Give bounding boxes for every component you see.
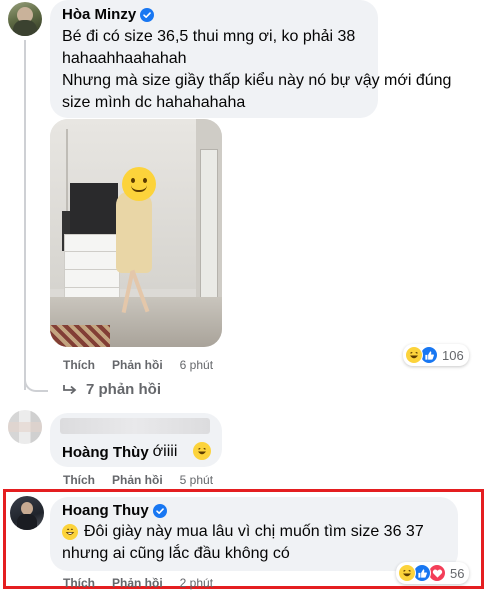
avatar-hoa-minzy[interactable]: [8, 2, 42, 36]
reply-button[interactable]: Phản hồi: [112, 358, 163, 372]
comment-line: nhưng ai cũng lắc đầu không có: [62, 545, 290, 562]
comment-actions: Thích Phản hồi 5 phút: [63, 473, 213, 487]
comment-text: Bé đi có size 36,5 thui mng ơi, ko phải …: [62, 26, 452, 114]
like-button[interactable]: Thích: [63, 473, 95, 487]
like-button[interactable]: Thích: [63, 576, 95, 590]
timestamp[interactable]: 6 phút: [180, 358, 213, 372]
comment-line: hahaahhaahahah: [62, 50, 187, 67]
comment-text: Đôi giày này mua lâu vì chị muốn tìm siz…: [62, 521, 456, 565]
comment-actions: Thích Phản hồi 2 phút: [63, 576, 213, 590]
comment-bubble: Hoang Thuy Đôi giày này mua lâu vì chị m…: [50, 497, 458, 571]
view-replies-link[interactable]: 7 phản hồi: [62, 381, 161, 398]
mentioned-name[interactable]: Hoàng Thùy: [62, 444, 149, 461]
author-name[interactable]: Hòa Minzy: [62, 6, 136, 23]
thread-line-curve: [24, 376, 48, 392]
avatar-hoang-thuy-verified[interactable]: [10, 496, 44, 530]
comment-line: Bé đi có size 36,5 thui mng ơi, ko phải …: [62, 28, 356, 45]
comment-line: Đôi giày này mua lâu vì chị muốn tìm siz…: [84, 523, 424, 540]
timestamp[interactable]: 5 phút: [180, 473, 213, 487]
verified-badge-icon: [140, 7, 155, 22]
haha-reaction-icon: [398, 564, 416, 582]
comment-text: ớiiii: [152, 443, 178, 460]
reply-arrow-icon: [63, 384, 77, 394]
reaction-count: 106: [442, 347, 464, 363]
reaction-count: 56: [450, 565, 465, 581]
reply-button[interactable]: Phản hồi: [112, 576, 163, 590]
verified-badge-icon: [152, 503, 167, 518]
comment-bubble: Hòa Minzy Bé đi có size 36,5 thui mng ơi…: [50, 0, 452, 118]
avatar-hoang-thuy[interactable]: [8, 410, 42, 444]
like-button[interactable]: Thích: [63, 358, 95, 372]
haha-reaction-icon: [405, 346, 423, 364]
author-name[interactable]: Hoang Thuy: [62, 502, 149, 519]
haha-emoji-icon: [193, 442, 211, 460]
comment-actions: Thích Phản hồi 6 phút: [63, 358, 213, 372]
reaction-summary[interactable]: 106: [403, 344, 469, 366]
attached-photo[interactable]: [50, 119, 222, 347]
author-name-blurred: [60, 418, 210, 434]
comment-bubble: Hoàng Thùy ớiiii: [50, 413, 222, 467]
reply-button[interactable]: Phản hồi: [112, 473, 163, 487]
sticker-emoji-icon: [122, 167, 156, 201]
timestamp[interactable]: 2 phút: [180, 576, 213, 590]
comment-line: size mình dc hahahahaha: [62, 94, 246, 111]
reaction-summary[interactable]: 56: [396, 562, 470, 584]
thread-line: [24, 40, 26, 390]
comment-line: Nhưng mà size giầy thấp kiểu này nó bự v…: [62, 72, 452, 89]
replies-count-label: 7 phản hồi: [86, 381, 161, 398]
grin-emoji-icon: [62, 524, 78, 540]
